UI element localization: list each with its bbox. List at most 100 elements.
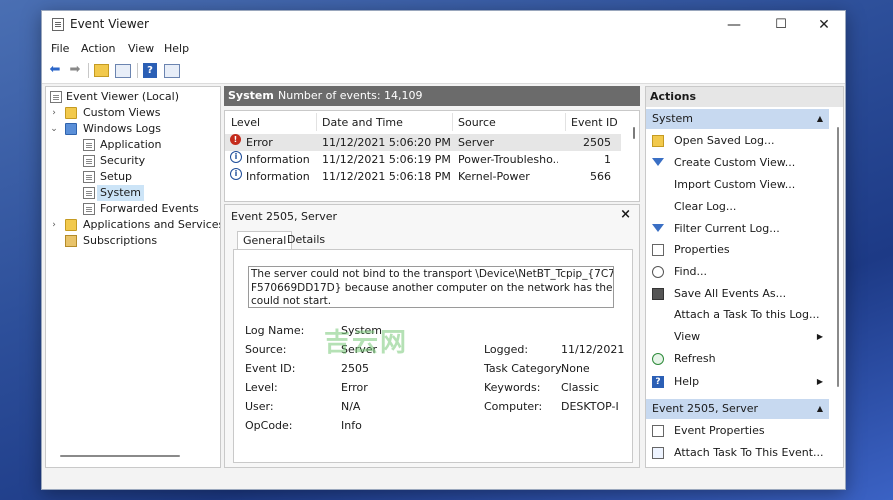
action-create-custom-view[interactable]: Create Custom View...: [646, 153, 829, 173]
title-bar: Event Viewer — ☐ ✕: [42, 11, 845, 39]
horizontal-scrollbar[interactable]: [60, 455, 180, 457]
show-hide-action-pane-icon[interactable]: [164, 64, 180, 78]
tree-item-system[interactable]: System: [79, 185, 145, 201]
help-icon: ?: [652, 376, 664, 388]
action-event-properties[interactable]: Event Properties: [646, 421, 829, 441]
menu-view[interactable]: View: [128, 42, 154, 55]
action-attach-task-to-event[interactable]: Attach Task To This Event...: [646, 443, 829, 463]
table-row[interactable]: ! Error 11/12/2021 5:06:20 PM Server 250…: [225, 134, 621, 151]
save-icon: [652, 288, 664, 300]
actions-header: Actions: [646, 87, 843, 107]
help-icon[interactable]: ?: [143, 63, 157, 78]
column-header-level[interactable]: Level: [231, 116, 260, 129]
action-save-all-events[interactable]: Save All Events As...: [646, 284, 829, 304]
action-label: Save All Events As...: [674, 287, 787, 300]
tab-details[interactable]: Details: [282, 231, 330, 249]
field-label: Source:: [245, 343, 287, 356]
action-open-saved-log[interactable]: Open Saved Log...: [646, 131, 829, 151]
show-hide-tree-icon[interactable]: [115, 64, 131, 78]
filter-icon: [652, 223, 664, 235]
field-label: Computer:: [484, 400, 543, 413]
action-view[interactable]: View ▶: [646, 327, 829, 347]
detail-title: Event 2505, Server: [231, 210, 338, 223]
close-icon[interactable]: ×: [620, 207, 631, 222]
close-button[interactable]: ✕: [802, 11, 845, 39]
folder-up-icon[interactable]: [94, 64, 109, 77]
action-import-custom-view[interactable]: Import Custom View...: [646, 175, 829, 195]
cell-date-time: 11/12/2021 5:06:19 PM: [322, 153, 451, 166]
action-label: Find...: [674, 265, 708, 278]
column-header-date-time[interactable]: Date and Time: [322, 116, 403, 129]
collapse-icon[interactable]: ▲: [817, 109, 823, 129]
action-filter-current-log[interactable]: Filter Current Log...: [646, 219, 829, 239]
open-folder-icon: [652, 135, 664, 147]
actions-pane: Actions System ▲ Open Saved Log... Creat…: [645, 86, 844, 468]
field-value-user: N/A: [341, 400, 361, 413]
field-label: Log Name:: [245, 324, 305, 337]
action-clear-log[interactable]: Clear Log...: [646, 197, 829, 217]
tree-item-application[interactable]: Application: [46, 137, 218, 153]
action-properties[interactable]: Properties: [646, 240, 829, 260]
event-count: Number of events: 14,109: [278, 89, 423, 102]
action-label: Import Custom View...: [674, 178, 796, 191]
event-description[interactable]: The server could not bind to the transpo…: [248, 266, 614, 308]
tree-item-event-viewer-local[interactable]: Event Viewer (Local): [46, 89, 218, 105]
menu-help[interactable]: Help: [164, 42, 189, 55]
tree-item-forwarded-events[interactable]: Forwarded Events: [46, 201, 218, 217]
action-label: Create Custom View...: [674, 156, 796, 169]
menu-action[interactable]: Action: [81, 42, 115, 55]
tree-item-label: System: [97, 185, 145, 201]
collapse-icon[interactable]: ▲: [817, 399, 823, 419]
description-line: The server could not bind to the transpo…: [251, 268, 614, 280]
minimize-button[interactable]: —: [712, 11, 756, 39]
action-help[interactable]: ? Help ▶: [646, 372, 829, 392]
filter-icon: [652, 157, 664, 169]
tree-item-setup[interactable]: Setup: [46, 169, 218, 185]
column-divider: [316, 113, 317, 131]
menu-file[interactable]: File: [51, 42, 69, 55]
field-value-logged: 11/12/2021: [561, 343, 625, 356]
menu-bar: File Action View Help: [42, 39, 845, 59]
vertical-scrollbar[interactable]: [837, 127, 839, 387]
console-tree: Event Viewer (Local) › Custom Views ⌄ Wi…: [45, 86, 221, 468]
column-header-source[interactable]: Source: [458, 116, 496, 129]
field-label: Task Category:: [484, 362, 565, 375]
action-refresh[interactable]: Refresh: [646, 349, 829, 369]
column-header-event-id[interactable]: Event ID: [571, 116, 618, 129]
event-detail-pane: Event 2505, Server × General Details The…: [224, 204, 640, 468]
cell-level: Information: [246, 170, 310, 180]
log-icon: [83, 171, 95, 183]
toolbar-separator: [88, 63, 89, 78]
forward-arrow-icon[interactable]: ➡: [66, 62, 84, 79]
maximize-button[interactable]: ☐: [759, 11, 803, 39]
tree-item-security[interactable]: Security: [46, 153, 218, 169]
chevron-down-icon[interactable]: ⌄: [49, 121, 59, 137]
submenu-arrow-icon: ▶: [816, 332, 823, 341]
table-row[interactable]: i Information 11/12/2021 5:06:18 PM Kern…: [225, 168, 621, 180]
field-value-computer: DESKTOP-I: [561, 400, 619, 413]
action-label: Filter Current Log...: [674, 222, 780, 235]
tree-item-applications-and-services[interactable]: › Applications and Services Lo: [46, 217, 220, 233]
subscriptions-icon: [65, 235, 77, 247]
table-row[interactable]: i Information 11/12/2021 5:06:19 PM Powe…: [225, 151, 621, 168]
task-icon: [652, 447, 664, 459]
chevron-right-icon[interactable]: ›: [49, 105, 59, 121]
actions-section-event[interactable]: Event 2505, Server ▲: [646, 399, 829, 419]
action-label: Open Saved Log...: [674, 134, 775, 147]
action-attach-task-to-log[interactable]: Attach a Task To this Log...: [646, 305, 829, 325]
tree-item-subscriptions[interactable]: Subscriptions: [46, 233, 218, 249]
column-divider: [452, 113, 453, 131]
tree-item-custom-views[interactable]: › Custom Views: [46, 105, 218, 121]
tree-item-windows-logs[interactable]: ⌄ Windows Logs: [46, 121, 218, 137]
actions-section-system[interactable]: System ▲: [646, 109, 829, 129]
chevron-right-icon[interactable]: ›: [49, 217, 59, 233]
cell-event-id: 2505: [583, 136, 611, 149]
back-arrow-icon[interactable]: ⬅: [46, 62, 64, 79]
field-value-keywords: Classic: [561, 381, 600, 394]
action-find[interactable]: Find...: [646, 262, 829, 282]
log-header: System Number of events: 14,109: [224, 86, 640, 106]
vertical-scrollbar[interactable]: [633, 127, 635, 139]
section-label: System: [652, 112, 694, 125]
tree-item-label: Setup: [100, 170, 133, 183]
tree-item-label: Custom Views: [83, 106, 161, 119]
